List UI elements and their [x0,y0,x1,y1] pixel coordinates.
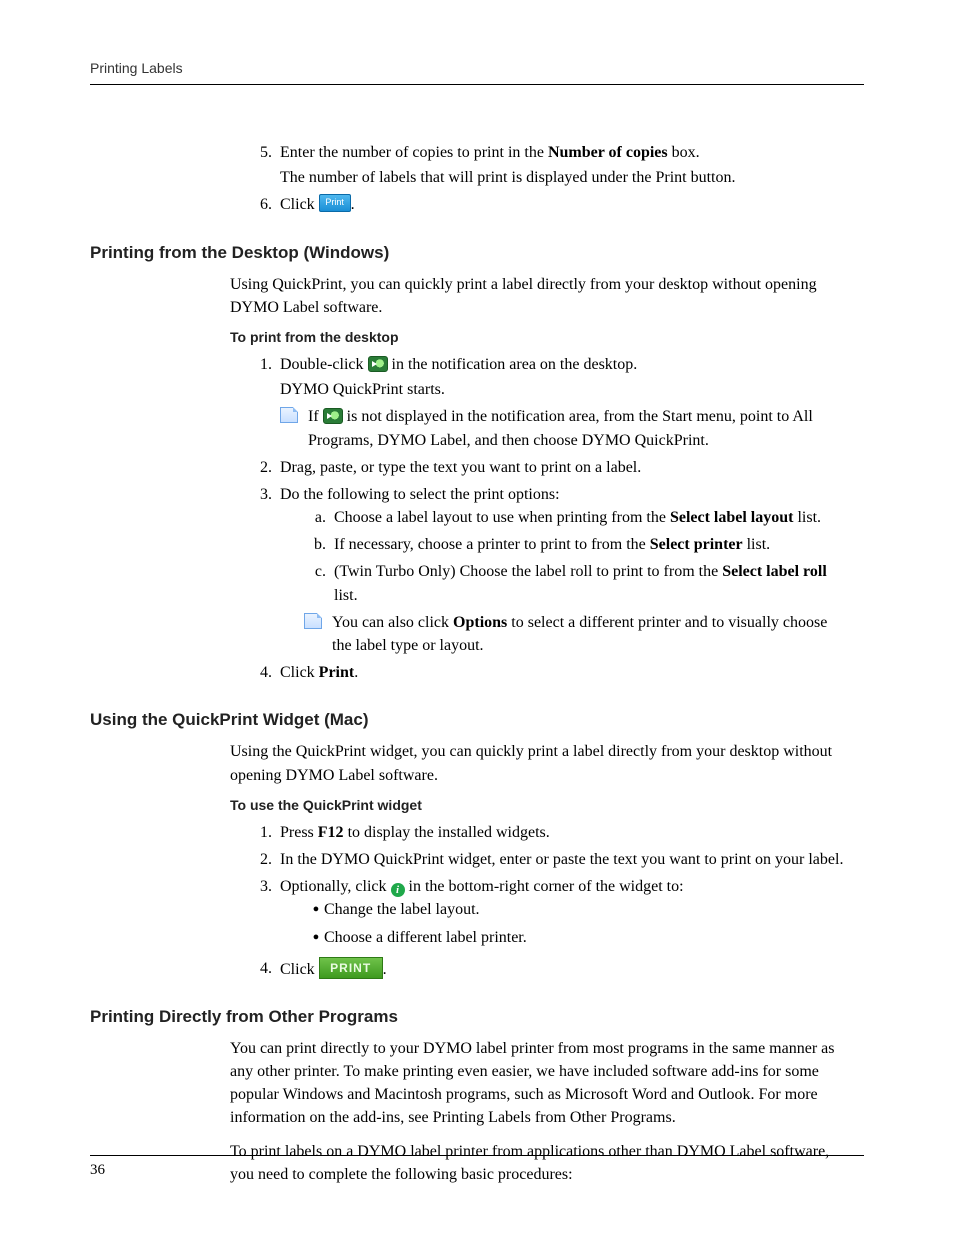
text: . [351,196,355,213]
text: Choose a different label printer. [324,926,527,949]
text: Drag, paste, or type the text you want t… [280,456,850,479]
step-6: 6. Click . [250,193,850,216]
step-number: 5. [250,141,280,189]
text: Double-click [280,356,368,373]
text: in the bottom-right corner of the widget… [405,878,684,895]
sec1-step-1: 1. Double-click in the notification area… [250,353,850,452]
substep-letter: a. [308,506,334,529]
text: is not displayed in the notification are… [308,408,813,448]
substep-c: c. (Twin Turbo Only) Choose the label ro… [308,560,850,606]
text: Choose a label layout to use when printi… [334,509,670,526]
substep-letter: c. [308,560,334,606]
text: If necessary, choose a printer to print … [334,536,650,553]
substep-b: b. If necessary, choose a printer to pri… [308,533,850,556]
task-heading: To use the QuickPrint widget [230,797,850,813]
paragraph: Using the QuickPrint widget, you can qui… [230,740,850,786]
sec1-step-3: 3. Do the following to select the print … [250,483,850,657]
step-number: 6. [250,193,280,216]
task-heading: To print from the desktop [230,329,850,345]
text: Click [280,664,319,681]
page: Printing Labels 5. Enter the number of c… [0,0,954,1235]
substep-letter: b. [308,533,334,556]
text: . [354,664,358,681]
quickprint-tray-icon [368,356,388,372]
step-number: 2. [250,456,280,479]
sec2-step-2: 2. In the DYMO QuickPrint widget, enter … [250,848,850,871]
bold: Print [319,664,355,681]
sec2-step-3: 3. Optionally, click in the bottom-right… [250,875,850,953]
heading-printing-desktop-windows: Printing from the Desktop (Windows) [90,243,850,263]
text: list. [743,536,771,553]
text: . [383,961,387,978]
step-number: 3. [250,483,280,657]
text: Click [280,961,319,978]
step-5-line2: The number of labels that will print is … [280,166,850,189]
print-button-green-icon [319,957,383,979]
sec1-steps: 1. Double-click in the notification area… [250,353,850,684]
sec2-steps: 1. Press F12 to display the installed wi… [250,821,850,981]
note: If is not displayed in the notification … [280,405,850,451]
text: Press [280,824,318,841]
text: in the notification area on the desktop. [388,356,638,373]
step-number: 1. [250,821,280,844]
sec1-step-4: 4. Click Print. [250,661,850,684]
step-number: 2. [250,848,280,871]
paragraph: You can print directly to your DYMO labe… [230,1037,850,1130]
bold: Number of copies [548,144,668,161]
bold: Select printer [650,536,743,553]
page-footer: 36 [90,1155,864,1179]
sec1-step-1-line2: DYMO QuickPrint starts. [280,378,850,401]
bullet-dot-icon: ● [308,898,324,921]
bold: Select label roll [722,563,827,580]
text: In the DYMO QuickPrint widget, enter or … [280,848,850,871]
step-number: 4. [250,661,280,684]
bullet-dot-icon: ● [308,926,324,949]
paragraph: Using QuickPrint, you can quickly print … [230,273,850,319]
text: Change the label layout. [324,898,480,921]
text: list. [334,587,358,604]
note: You can also click Options to select a d… [304,611,850,657]
note-icon [304,613,322,629]
heading-printing-other-programs: Printing Directly from Other Programs [90,1007,850,1027]
sec2-step-1: 1. Press F12 to display the installed wi… [250,821,850,844]
text: You can also click [332,614,453,631]
text: to display the installed widgets. [344,824,550,841]
step-5: 5. Enter the number of copies to print i… [250,141,850,189]
text: If [308,408,323,425]
bullet-item: ●Choose a different label printer. [308,926,850,949]
quickprint-tray-icon [323,408,343,424]
text: Optionally, click [280,878,391,895]
note-icon [280,407,298,423]
step-number: 1. [250,353,280,452]
heading-quickprint-widget-mac: Using the QuickPrint Widget (Mac) [90,710,850,730]
text: Enter the number of copies to print in t… [280,144,548,161]
page-header: Printing Labels [90,60,864,85]
text: box. [668,144,700,161]
bold: Options [453,614,507,631]
step-number: 4. [250,957,280,981]
info-icon [391,883,405,897]
sec1-step-2: 2. Drag, paste, or type the text you wan… [250,456,850,479]
text: Click [280,196,319,213]
text: list. [793,509,821,526]
bold: Select label layout [670,509,794,526]
print-button-icon [319,194,351,212]
text: Do the following to select the print opt… [280,486,560,503]
sec2-step-4: 4. Click . [250,957,850,981]
step-number: 3. [250,875,280,953]
top-continued-steps: 5. Enter the number of copies to print i… [250,141,850,217]
page-number: 36 [90,1162,105,1178]
substep-a: a. Choose a label layout to use when pri… [308,506,850,529]
bold: F12 [318,824,344,841]
content: 5. Enter the number of copies to print i… [90,141,864,1186]
bullet-item: ●Change the label layout. [308,898,850,921]
text: (Twin Turbo Only) Choose the label roll … [334,563,722,580]
